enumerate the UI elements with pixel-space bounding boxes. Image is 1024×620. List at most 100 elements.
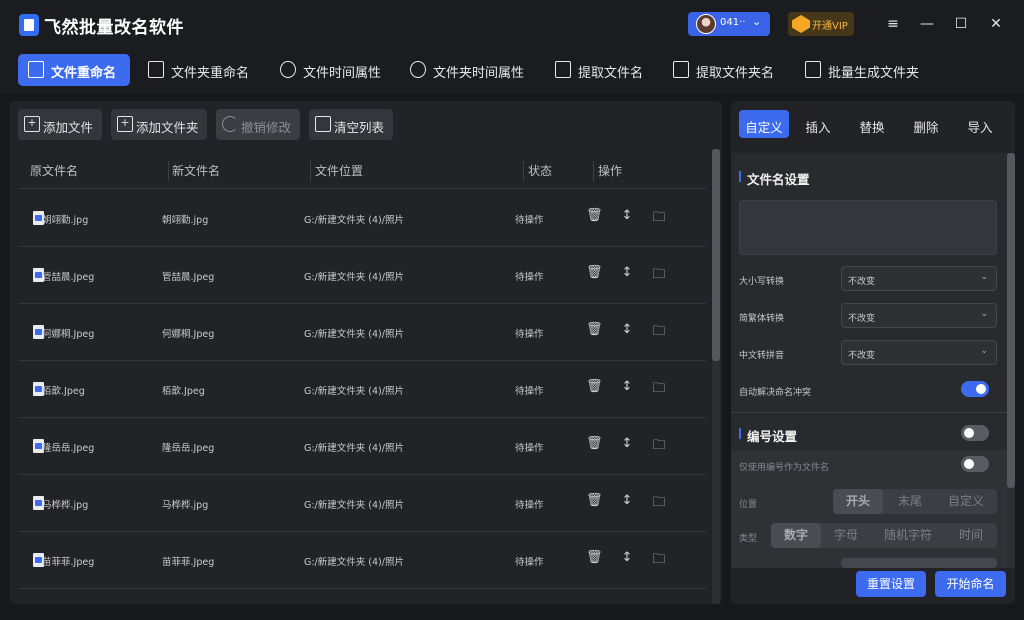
tab-extract-filename[interactable]: 提取文件名 <box>545 54 651 86</box>
close-button[interactable]: ✕ <box>986 14 1006 34</box>
tab-extract-foldername[interactable]: 提取文件夹名 <box>663 54 781 86</box>
tab-import[interactable]: 导入 <box>957 110 1003 138</box>
folder-open-icon[interactable]: 🗀 <box>651 322 667 344</box>
table-row[interactable]: 管喆晨.Jpeg 管喆晨.Jpeg G:/新建文件夹 (4)/照片 待操作 🗑 … <box>18 247 706 304</box>
toggle-knob <box>964 428 974 438</box>
trash-icon[interactable]: 🗑 <box>586 379 603 394</box>
folder-open-icon[interactable]: 🗀 <box>651 550 667 572</box>
toggle-knob <box>964 459 974 469</box>
tab-file-time[interactable]: 文件时间属性 <box>270 54 388 86</box>
scrollbar-thumb[interactable] <box>1007 153 1015 488</box>
trash-icon[interactable]: 🗑 <box>586 436 603 451</box>
trash-icon[interactable]: 🗑 <box>586 208 603 223</box>
plus-file-icon: + <box>24 116 40 132</box>
tab-folder-time[interactable]: 文件夹时间属性 <box>400 54 534 86</box>
move-vertical-icon[interactable]: ↕ <box>619 322 635 337</box>
tab-file-rename[interactable]: 文件重命名 <box>18 54 130 86</box>
move-vertical-icon[interactable]: ↕ <box>619 550 635 565</box>
type-letter-option[interactable]: 字母 <box>821 523 871 548</box>
settings-scrollbar[interactable] <box>1007 153 1015 568</box>
tab-label: 导入 <box>967 120 993 135</box>
tab-replace[interactable]: 替换 <box>849 110 895 138</box>
move-vertical-icon[interactable]: ↕ <box>619 493 635 508</box>
maximize-button[interactable]: ☐ <box>951 14 971 34</box>
table-row[interactable]: 朝翊勤.jpg 朝翊勤.jpg G:/新建文件夹 (4)/照片 待操作 🗑 ↕ … <box>18 190 706 247</box>
original-name: 马桦桦.jpg <box>42 500 89 511</box>
folder-open-icon[interactable]: 🗀 <box>651 265 667 287</box>
position-segment[interactable]: 开头 末尾 自定义 <box>833 489 997 514</box>
start-value-field[interactable] <box>841 558 997 568</box>
traditional-label: 简繁体转换 <box>739 314 785 324</box>
scrollbar-thumb[interactable] <box>712 149 720 361</box>
table-row[interactable]: 隆岳岳.Jpeg 隆岳岳.Jpeg G:/新建文件夹 (4)/照片 待操作 🗑 … <box>18 418 706 475</box>
tab-label: 文件重命名 <box>51 66 117 81</box>
new-name: 栢歆.Jpeg <box>162 386 205 397</box>
trash-icon[interactable]: 🗑 <box>586 322 603 337</box>
tab-label: 文件时间属性 <box>303 66 382 81</box>
clear-list-button[interactable]: 清空列表 <box>309 109 393 140</box>
position-end-option[interactable]: 末尾 <box>885 489 935 514</box>
autoresolve-label: 自动解决命名冲突 <box>739 388 812 398</box>
column-divider <box>310 161 311 181</box>
folder-open-icon[interactable]: 🗀 <box>651 208 667 230</box>
select-value: 不改变 <box>848 314 876 324</box>
trash-icon[interactable]: 🗑 <box>586 265 603 280</box>
table-row[interactable]: 马桦桦.jpg 马桦桦.jpg G:/新建文件夹 (4)/照片 待操作 🗑 ↕ … <box>18 475 706 532</box>
traditional-select[interactable]: 不改变 ⌄ <box>841 303 997 328</box>
chevron-down-icon: ⌄ <box>752 15 762 28</box>
status: 待操作 <box>515 443 544 454</box>
tab-insert[interactable]: 插入 <box>795 110 841 138</box>
clock-folder-icon <box>410 61 426 78</box>
only-number-toggle[interactable] <box>961 456 989 472</box>
table-header: 原文件名 新文件名 文件位置 状态 操作 <box>18 153 706 189</box>
move-vertical-icon[interactable]: ↕ <box>619 379 635 394</box>
add-folder-button[interactable]: + 添加文件夹 <box>111 109 207 140</box>
menu-icon[interactable]: ≡ <box>883 14 903 34</box>
tab-batch-folders[interactable]: 批量生成文件夹 <box>795 54 925 86</box>
move-vertical-icon[interactable]: ↕ <box>619 208 635 223</box>
folder-open-icon[interactable]: 🗀 <box>651 379 667 401</box>
move-vertical-icon[interactable]: ↕ <box>619 436 635 451</box>
position-custom-option[interactable]: 自定义 <box>937 489 995 514</box>
case-select[interactable]: 不改变 ⌄ <box>841 266 997 291</box>
move-vertical-icon[interactable]: ↕ <box>619 265 635 280</box>
trash-icon[interactable]: 🗑 <box>586 550 603 565</box>
undo-button[interactable]: 撤销修改 <box>216 109 300 140</box>
type-time-option[interactable]: 时间 <box>945 523 997 548</box>
position-start-option[interactable]: 开头 <box>833 489 883 514</box>
minimize-button[interactable]: — <box>917 14 937 34</box>
file-list-scrollbar[interactable] <box>712 149 720 604</box>
upload-file-icon <box>673 61 689 78</box>
table-row[interactable]: 何娜桐.Jpeg 何娜桐.Jpeg G:/新建文件夹 (4)/照片 待操作 🗑 … <box>18 304 706 361</box>
autoresolve-toggle[interactable] <box>961 381 989 397</box>
tab-delete[interactable]: 删除 <box>903 110 949 138</box>
tab-folder-rename[interactable]: 文件夹重命名 <box>138 54 256 86</box>
start-rename-button[interactable]: 开始命名 <box>935 571 1006 597</box>
reset-settings-button[interactable]: 重置设置 <box>856 571 926 597</box>
type-random-option[interactable]: 随机字符 <box>871 523 945 548</box>
status: 待操作 <box>515 500 544 511</box>
extract-file-icon <box>555 61 571 78</box>
filename-textarea[interactable] <box>739 200 997 255</box>
folder-open-icon[interactable]: 🗀 <box>651 436 667 458</box>
folder-open-icon[interactable]: 🗀 <box>651 493 667 515</box>
tab-custom[interactable]: 自定义 <box>739 110 789 138</box>
file-location: G:/新建文件夹 (4)/照片 <box>304 215 404 226</box>
select-value: 不改变 <box>848 277 876 287</box>
tab-label: 替换 <box>859 120 885 135</box>
vip-button[interactable]: 开通VIP <box>788 12 854 36</box>
gear-file-icon <box>805 61 821 78</box>
numbering-toggle[interactable] <box>961 425 989 441</box>
table-row[interactable]: 苗菲菲.Jpeg 苗菲菲.Jpeg G:/新建文件夹 (4)/照片 待操作 🗑 … <box>18 532 706 589</box>
new-name: 隆岳岳.Jpeg <box>162 443 215 454</box>
section-title-numbering: 编号设置 <box>739 426 797 445</box>
user-account-button[interactable]: 041·· ⌄ <box>688 12 770 36</box>
pinyin-select[interactable]: 不改变 ⌄ <box>841 340 997 365</box>
type-segment[interactable]: 数字 字母 随机字符 时间 <box>771 523 997 548</box>
trash-icon[interactable]: 🗑 <box>586 493 603 508</box>
add-file-button[interactable]: + 添加文件 <box>18 109 102 140</box>
status: 待操作 <box>515 215 544 226</box>
type-number-option[interactable]: 数字 <box>771 523 821 548</box>
column-divider <box>523 161 524 181</box>
table-row[interactable]: 栢歆.Jpeg 栢歆.Jpeg G:/新建文件夹 (4)/照片 待操作 🗑 ↕ … <box>18 361 706 418</box>
